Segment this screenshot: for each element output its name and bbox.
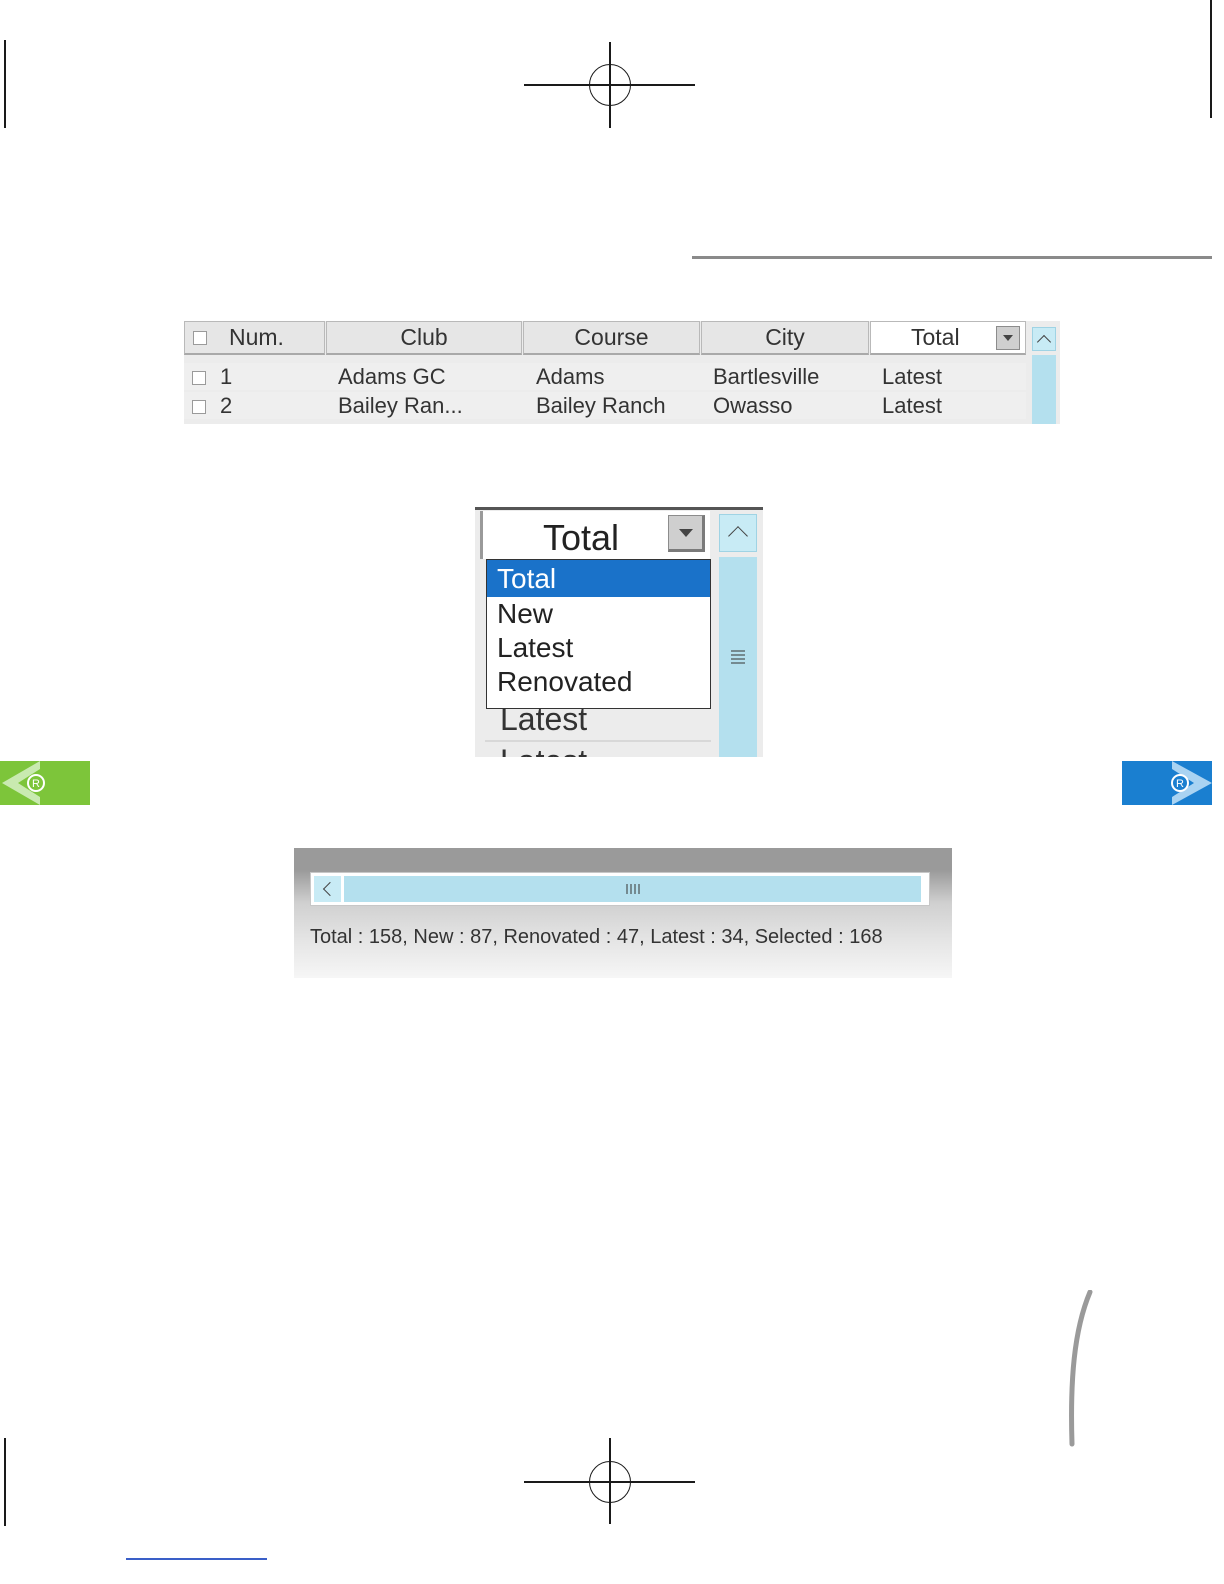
header-course[interactable]: Course bbox=[523, 321, 700, 355]
svg-text:R: R bbox=[32, 778, 40, 790]
cell-city: Bartlesville bbox=[713, 364, 820, 389]
arrow-left-icon: R bbox=[2, 761, 45, 805]
menu-item-total[interactable]: Total bbox=[487, 560, 710, 597]
header-total-label: Total bbox=[911, 324, 960, 350]
header-num-label: Num. bbox=[229, 324, 284, 350]
chevron-up-icon bbox=[1036, 334, 1052, 349]
cell-course: Bailey Ranch bbox=[536, 393, 666, 418]
header-rule bbox=[692, 256, 1212, 259]
row-num: 1 bbox=[220, 364, 233, 389]
status-panel-screenshot: Total : 158, New : 87, Renovated : 47, L… bbox=[294, 848, 952, 978]
header-city[interactable]: City bbox=[701, 321, 869, 355]
chevron-down-icon bbox=[1003, 335, 1013, 341]
registration-circle-top bbox=[589, 64, 631, 106]
header-course-label: Course bbox=[574, 324, 649, 350]
cell-club: Adams GC bbox=[338, 364, 446, 389]
total-filter-dropdown-button[interactable] bbox=[668, 515, 705, 552]
total-filter-dropdown-button[interactable] bbox=[996, 326, 1020, 350]
horizontal-scroll-thumb[interactable] bbox=[344, 876, 921, 902]
row-num: 2 bbox=[220, 393, 233, 418]
cell-club: Bailey Ran... bbox=[338, 393, 463, 418]
crop-mark-left-top bbox=[4, 40, 6, 128]
select-all-checkbox[interactable] bbox=[193, 330, 207, 345]
next-page-button[interactable]: R bbox=[1122, 761, 1212, 805]
crop-mark-right-top bbox=[1210, 0, 1212, 118]
grip-lines-icon bbox=[626, 884, 639, 894]
grid-screenshot: Num. Club Course City Total 1 Adams GC A… bbox=[184, 321, 1060, 424]
row-checkbox[interactable] bbox=[192, 371, 206, 385]
cell-total: Latest bbox=[882, 364, 942, 389]
table-row[interactable]: 1 bbox=[192, 363, 232, 390]
header-club[interactable]: Club bbox=[326, 321, 522, 355]
scroll-up-button[interactable] bbox=[1032, 327, 1056, 351]
row-checkbox[interactable] bbox=[192, 400, 206, 414]
table-row[interactable]: 2 bbox=[192, 392, 232, 419]
header-num[interactable]: Num. bbox=[184, 321, 325, 355]
header-city-label: City bbox=[765, 324, 805, 350]
row-under-dropdown-partial: Latest bbox=[500, 743, 587, 757]
horizontal-scrollbar[interactable] bbox=[310, 872, 930, 906]
chevron-up-icon bbox=[728, 525, 748, 546]
cell-total: Latest bbox=[882, 393, 942, 418]
arrow-right-icon: R bbox=[1171, 761, 1212, 805]
page-curl-decoration bbox=[1069, 1290, 1093, 1447]
header-club-label: Club bbox=[400, 324, 448, 350]
header-total-zoom-label: Total bbox=[543, 517, 620, 558]
grip-lines-icon bbox=[731, 650, 745, 664]
top-border bbox=[475, 507, 763, 510]
total-filter-menu: Total New Latest Renovated bbox=[486, 559, 711, 709]
chevron-down-icon bbox=[678, 528, 693, 537]
prev-page-button[interactable]: R bbox=[0, 761, 90, 805]
menu-item-latest[interactable]: Latest bbox=[487, 631, 710, 665]
menu-item-new[interactable]: New bbox=[487, 597, 710, 631]
chevron-left-icon bbox=[322, 881, 337, 897]
cell-city: Owasso bbox=[713, 393, 793, 418]
crop-mark-left-bottom bbox=[4, 1438, 6, 1526]
dropdown-screenshot: Total Latest Latest Total New Latest Ren… bbox=[475, 507, 763, 757]
footer-link-rule bbox=[126, 1558, 267, 1560]
vertical-scroll-track[interactable] bbox=[1032, 355, 1056, 424]
menu-item-renovated[interactable]: Renovated bbox=[487, 665, 710, 699]
svg-text:R: R bbox=[1176, 778, 1184, 790]
scroll-left-button[interactable] bbox=[314, 876, 341, 902]
vertical-scroll-thumb[interactable] bbox=[719, 557, 757, 757]
scroll-up-button[interactable] bbox=[719, 514, 757, 552]
row-divider bbox=[485, 740, 711, 742]
status-summary: Total : 158, New : 87, Renovated : 47, L… bbox=[310, 926, 883, 948]
cell-course: Adams bbox=[536, 364, 605, 389]
registration-circle-bottom bbox=[589, 1461, 631, 1503]
